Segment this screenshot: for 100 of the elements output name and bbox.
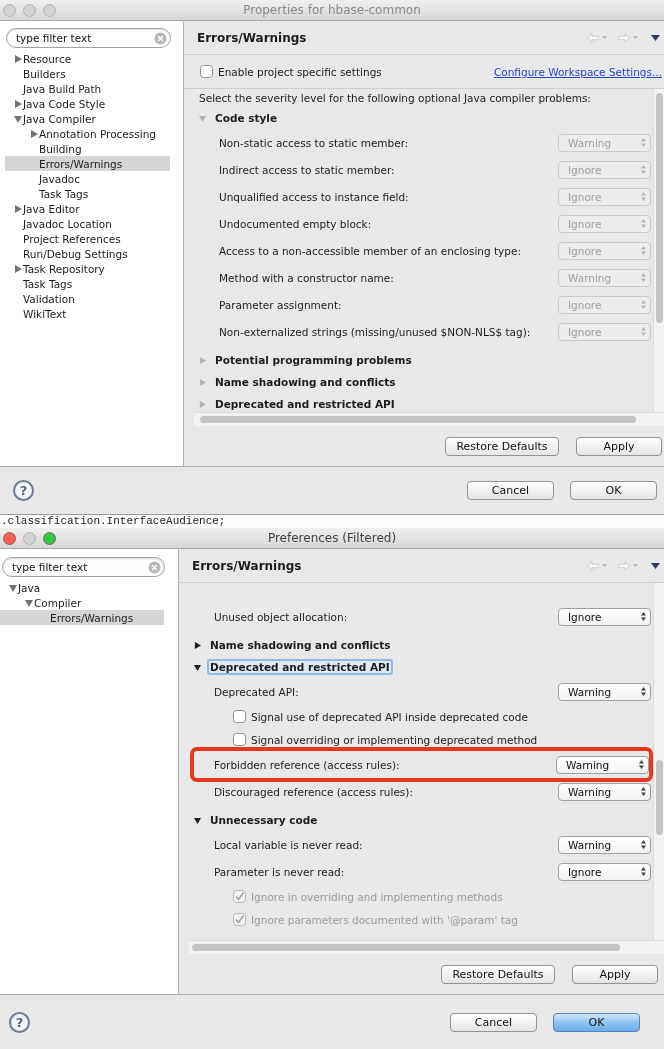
vertical-scrollbar[interactable] xyxy=(653,583,664,940)
option-label: Deprecated API: xyxy=(214,685,300,698)
horizontal-scrollbar[interactable] xyxy=(194,412,664,426)
caret-icon[interactable] xyxy=(602,36,607,39)
clear-icon[interactable] xyxy=(154,31,167,45)
scrollbar-thumb[interactable] xyxy=(192,944,620,951)
stepper-arrows-icon xyxy=(641,192,646,201)
forward-arrow-icon[interactable] xyxy=(618,32,630,43)
scrollbar-thumb[interactable] xyxy=(656,760,663,835)
tree-item[interactable]: Java Code Style xyxy=(5,96,170,111)
tree-item[interactable]: Java xyxy=(0,580,164,595)
tree-item[interactable]: Javadoc xyxy=(5,171,170,186)
help-button[interactable]: ? xyxy=(13,480,34,501)
tree-item[interactable]: Resource xyxy=(5,51,170,66)
stepper-arrows-icon xyxy=(641,246,646,255)
tree-item[interactable]: Task Tags xyxy=(5,186,170,201)
tree-item[interactable]: Task Tags xyxy=(5,276,170,291)
section-heading[interactable]: Deprecated and restricted API xyxy=(212,396,398,412)
caret-icon[interactable] xyxy=(633,564,638,567)
option-label: Method with a constructor name: xyxy=(219,271,395,284)
option-label: Undocumented empty block: xyxy=(219,217,373,230)
checkbox-label[interactable]: Enable project specific settings xyxy=(218,65,382,78)
minimize-button[interactable] xyxy=(23,3,36,17)
stepper-arrows-icon xyxy=(641,612,646,621)
severity-dropdown[interactable]: Warning xyxy=(558,682,651,701)
option-label: Non-externalized strings (missing/unused $NON-NLS$ tag): xyxy=(219,325,532,338)
cancel-button[interactable]: Cancel xyxy=(450,1012,537,1032)
checkbox-label[interactable]: Signal use of deprecated API inside deprecated code xyxy=(251,710,528,723)
tree-item[interactable]: Project References xyxy=(5,231,170,246)
option-label: Unused object allocation: xyxy=(214,610,349,623)
stepper-arrows-icon xyxy=(641,867,646,876)
restore-defaults-button[interactable]: Restore Defaults xyxy=(445,436,559,456)
tree-item[interactable]: Compiler xyxy=(0,595,164,610)
severity-dropdown[interactable]: Warning xyxy=(556,755,649,774)
tree-item[interactable]: Builders xyxy=(5,66,170,81)
back-arrow-icon[interactable] xyxy=(587,32,599,43)
tree-item[interactable]: Run/Debug Settings xyxy=(5,246,170,261)
tree-item[interactable]: Javadoc Location xyxy=(5,216,170,231)
stepper-arrows-icon xyxy=(641,273,646,282)
checkbox[interactable] xyxy=(233,733,246,746)
close-button[interactable] xyxy=(3,3,16,17)
option-label: Access to a non-accessible member of an enclosing type: xyxy=(219,244,522,257)
tree-item[interactable]: Errors/Warnings xyxy=(5,156,170,171)
disclosure-triangle-icon[interactable] xyxy=(194,641,201,649)
section-heading[interactable]: Potential programming problems xyxy=(212,352,415,368)
tree-item[interactable]: Building xyxy=(5,141,170,156)
apply-button[interactable]: Apply xyxy=(576,436,662,456)
checkbox-label[interactable]: Signal overriding or implementing deprecated method xyxy=(251,733,538,746)
view-menu-icon[interactable] xyxy=(651,34,660,41)
severity-dropdown[interactable]: Warning xyxy=(558,835,651,854)
apply-button[interactable]: Apply xyxy=(572,964,658,984)
section-heading[interactable]: Name shadowing and conflicts xyxy=(207,637,394,653)
severity-dropdown[interactable]: Warning xyxy=(558,782,651,801)
stepper-arrows-icon xyxy=(641,219,646,228)
vertical-scrollbar[interactable] xyxy=(653,89,664,412)
minimize-button[interactable] xyxy=(23,531,36,545)
option-label: Local variable is never read: xyxy=(214,838,364,851)
checkbox[interactable] xyxy=(200,65,213,78)
close-button[interactable] xyxy=(3,531,16,545)
stepper-arrows-icon xyxy=(641,300,646,309)
ok-button[interactable]: OK xyxy=(553,1012,640,1032)
stepper-arrows-icon xyxy=(641,687,646,696)
tree-item[interactable]: WikiText xyxy=(5,306,170,321)
zoom-button[interactable] xyxy=(43,531,56,545)
filter-field[interactable]: type filter text xyxy=(6,28,171,48)
zoom-button[interactable] xyxy=(43,3,56,17)
back-arrow-icon[interactable] xyxy=(587,560,599,571)
clear-icon[interactable] xyxy=(148,560,161,574)
filter-field[interactable]: type filter text xyxy=(2,557,165,577)
horizontal-scrollbar[interactable] xyxy=(189,940,664,954)
checkbox[interactable] xyxy=(233,710,246,723)
scrollbar-thumb[interactable] xyxy=(656,93,663,323)
option-label: Discouraged reference (access rules): xyxy=(214,785,414,798)
tree-item[interactable]: Java Editor xyxy=(5,201,170,216)
scrollbar-thumb[interactable] xyxy=(200,416,636,423)
disclosure-triangle-icon[interactable] xyxy=(194,663,201,671)
configure-link[interactable]: Configure Workspace Settings... xyxy=(493,65,662,78)
option-label: Forbidden reference (access rules): xyxy=(214,758,401,771)
section-heading[interactable]: Unnecessary code xyxy=(207,812,321,828)
severity-dropdown[interactable]: Ignore xyxy=(558,862,651,881)
ok-button[interactable]: OK xyxy=(570,481,657,500)
caret-icon[interactable] xyxy=(602,564,607,567)
help-button[interactable]: ? xyxy=(9,1011,30,1033)
instruction-text: Select the severity level for the following optional Java compiler problems: xyxy=(199,91,592,106)
tree-item[interactable]: Annotation Processing xyxy=(5,126,170,141)
tree-item[interactable]: Java Compiler xyxy=(5,111,170,126)
disclosure-triangle-icon[interactable] xyxy=(194,816,201,824)
forward-arrow-icon[interactable] xyxy=(618,560,630,571)
severity-dropdown[interactable]: Ignore xyxy=(558,607,651,626)
restore-defaults-button[interactable]: Restore Defaults xyxy=(441,964,555,984)
tree-item[interactable]: Task Repository xyxy=(5,261,170,276)
section-heading[interactable]: Deprecated and restricted API xyxy=(207,659,393,675)
tree-item[interactable]: Java Build Path xyxy=(5,81,170,96)
caret-icon[interactable] xyxy=(633,36,638,39)
view-menu-icon[interactable] xyxy=(651,562,660,569)
cancel-button[interactable]: Cancel xyxy=(467,481,554,500)
tree-item[interactable]: Validation xyxy=(5,291,170,306)
section-heading[interactable]: Name shadowing and conflicts xyxy=(212,374,399,390)
tree-item[interactable]: Errors/Warnings xyxy=(0,610,164,625)
section-heading[interactable]: Code style xyxy=(212,110,281,126)
